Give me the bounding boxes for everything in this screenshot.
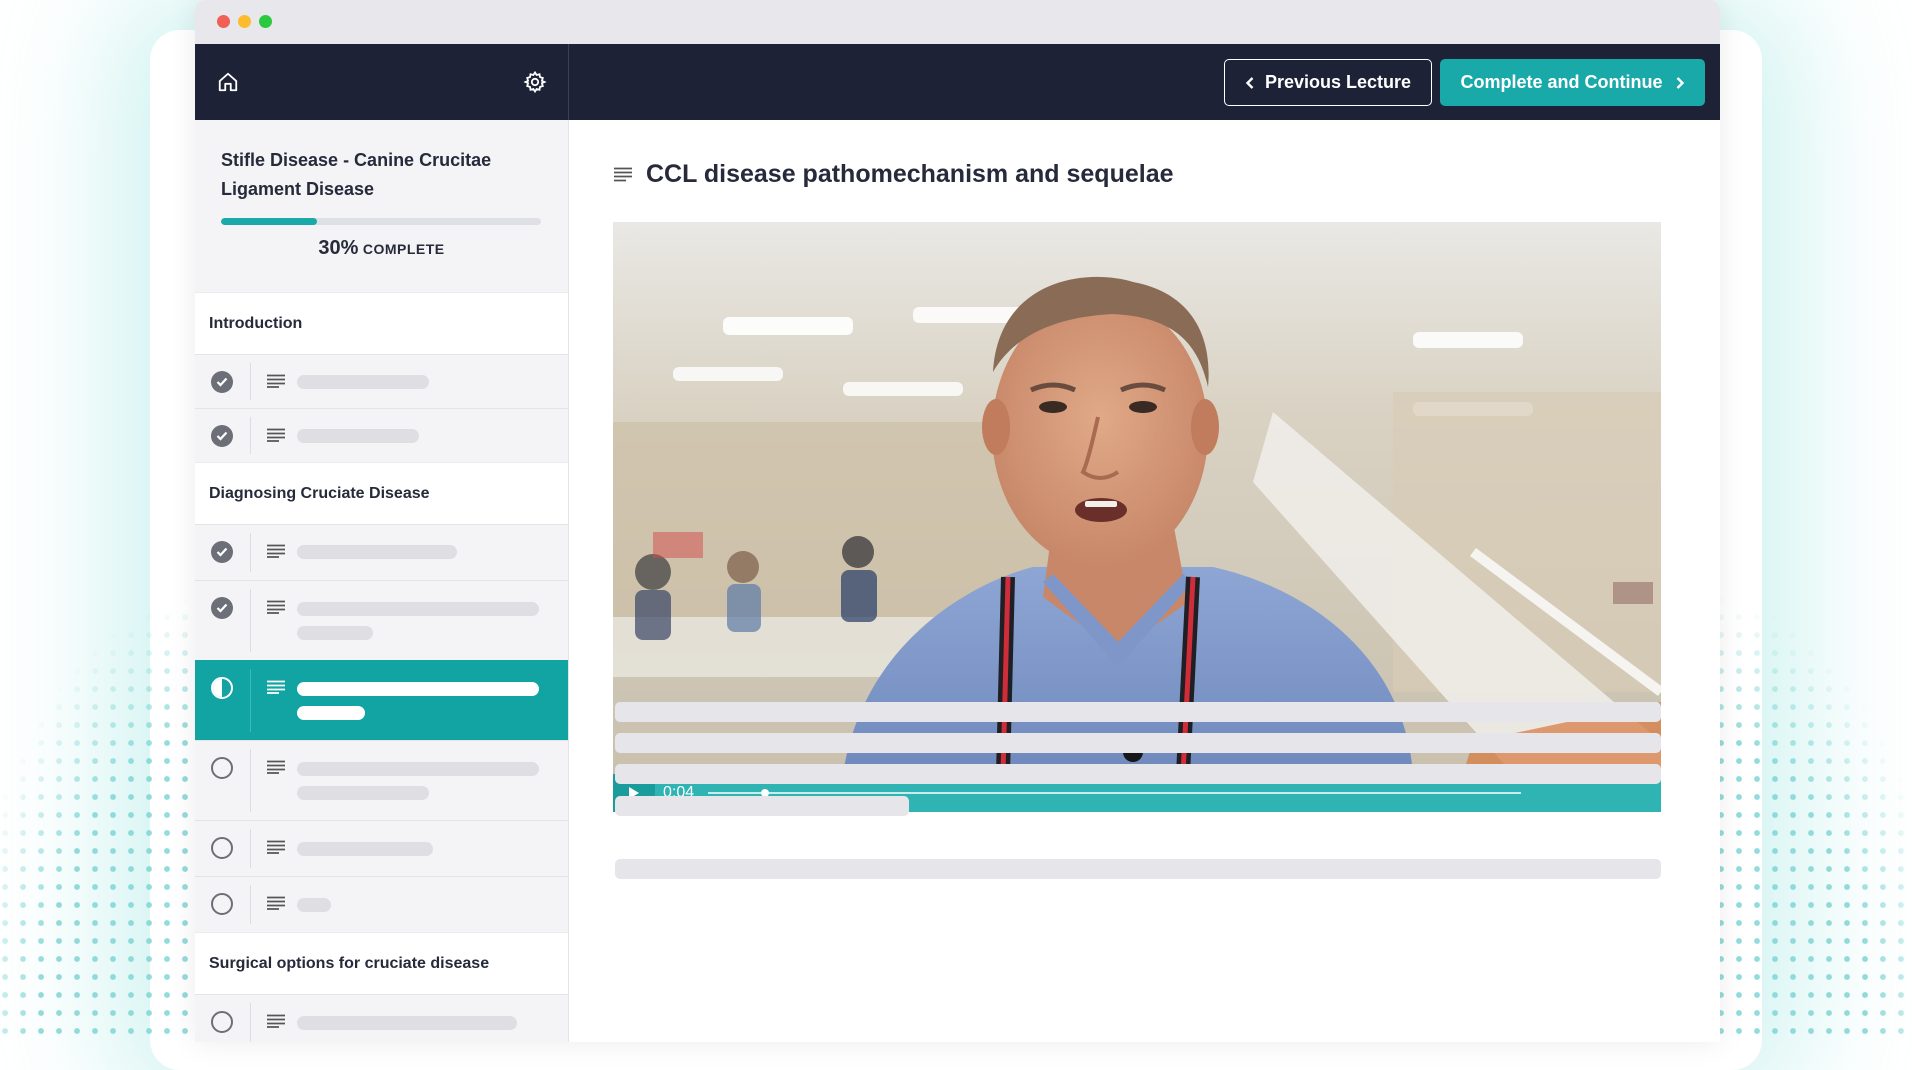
text-lesson-icon (267, 428, 285, 442)
lesson-title-placeholder (297, 602, 539, 616)
lecture-text-placeholder (615, 796, 909, 816)
course-summary: Stifle Disease - Canine Crucitae Ligamen… (195, 120, 568, 292)
close-window-button[interactable] (217, 15, 230, 28)
complete-check-icon (211, 425, 233, 447)
home-button[interactable] (214, 68, 242, 96)
text-lesson-icon (267, 544, 285, 558)
section-surgical-options: Surgical options for cruciate disease (195, 932, 568, 994)
lecture-text-placeholder (615, 764, 1661, 784)
section-title: Diagnosing Cruciate Disease (209, 485, 430, 503)
text-lesson-icon (267, 840, 285, 854)
lecture-text-placeholder (615, 733, 1661, 753)
complete-check-icon (211, 541, 233, 563)
course-progress-bar (221, 218, 541, 225)
chevron-right-icon (1675, 76, 1685, 90)
window-titlebar (195, 0, 1720, 44)
previous-lecture-button[interactable]: Previous Lecture (1224, 59, 1432, 106)
lecture-header: CCL disease pathomechanism and sequelae (614, 160, 1174, 189)
course-progress-label: 30% COMPLETE (221, 237, 542, 260)
lecture-text-placeholder (615, 702, 1661, 722)
section-introduction: Introduction (195, 292, 568, 354)
lesson-title-placeholder (297, 626, 373, 640)
home-icon (217, 71, 239, 93)
lesson-item[interactable] (195, 524, 568, 580)
course-sidebar: Stifle Disease - Canine Crucitae Ligamen… (195, 120, 569, 1042)
section-title: Introduction (209, 315, 302, 333)
lesson-item[interactable] (195, 580, 568, 660)
lesson-item[interactable] (195, 408, 568, 462)
lesson-item-active[interactable] (195, 660, 568, 740)
lesson-title-placeholder (297, 682, 539, 696)
lesson-title-placeholder (297, 1016, 517, 1030)
not-started-circle-icon (211, 1011, 233, 1033)
lesson-title-placeholder (297, 842, 433, 856)
section-title: Surgical options for cruciate disease (209, 955, 489, 973)
lesson-item[interactable] (195, 740, 568, 820)
lesson-item[interactable] (195, 820, 568, 876)
complete-check-icon (211, 371, 233, 393)
lesson-title-placeholder (297, 545, 457, 559)
text-lesson-icon (267, 896, 285, 910)
not-started-circle-icon (211, 757, 233, 779)
lesson-title-placeholder (297, 786, 429, 800)
lesson-title-placeholder (297, 898, 331, 912)
complete-check-icon (211, 597, 233, 619)
text-lesson-icon (267, 760, 285, 774)
text-lesson-icon (267, 374, 285, 388)
video-player[interactable]: 0:04 (613, 222, 1661, 812)
lesson-title-placeholder (297, 762, 539, 776)
progress-percent: 30% (318, 237, 358, 259)
settings-button[interactable] (521, 68, 549, 96)
course-progress-fill (221, 218, 317, 225)
complete-and-continue-button[interactable]: Complete and Continue (1440, 59, 1705, 106)
section-diagnosing-cruciate-disease: Diagnosing Cruciate Disease (195, 462, 568, 524)
course-title: Stifle Disease - Canine Crucitae Ligamen… (221, 146, 542, 204)
lesson-item[interactable] (195, 876, 568, 932)
in-progress-icon (211, 677, 233, 699)
lesson-item[interactable] (195, 354, 568, 408)
text-lesson-icon (267, 1014, 285, 1028)
text-lesson-icon (614, 167, 632, 182)
lecture-text-placeholder (615, 859, 1661, 879)
video-frame (613, 222, 1661, 774)
progress-word: COMPLETE (363, 241, 445, 257)
gear-icon (523, 70, 547, 94)
browser-window: Previous Lecture Complete and Continue S… (195, 0, 1720, 1042)
lecture-content: CCL disease pathomechanism and sequelae (570, 120, 1720, 1042)
lesson-item[interactable] (195, 994, 568, 1042)
top-navigation: Previous Lecture Complete and Continue (195, 44, 1720, 120)
chevron-left-icon (1245, 76, 1255, 90)
minimize-window-button[interactable] (238, 15, 251, 28)
not-started-circle-icon (211, 893, 233, 915)
text-lesson-icon (267, 680, 285, 694)
video-scrubber[interactable] (708, 792, 1521, 794)
not-started-circle-icon (211, 837, 233, 859)
text-lesson-icon (267, 600, 285, 614)
lecture-title: CCL disease pathomechanism and sequelae (646, 160, 1174, 189)
complete-and-continue-label: Complete and Continue (1461, 72, 1663, 93)
lesson-title-placeholder (297, 706, 365, 720)
lesson-title-placeholder (297, 375, 429, 389)
zoom-window-button[interactable] (259, 15, 272, 28)
lesson-title-placeholder (297, 429, 419, 443)
previous-lecture-label: Previous Lecture (1265, 72, 1411, 93)
nav-left-panel (195, 44, 569, 120)
